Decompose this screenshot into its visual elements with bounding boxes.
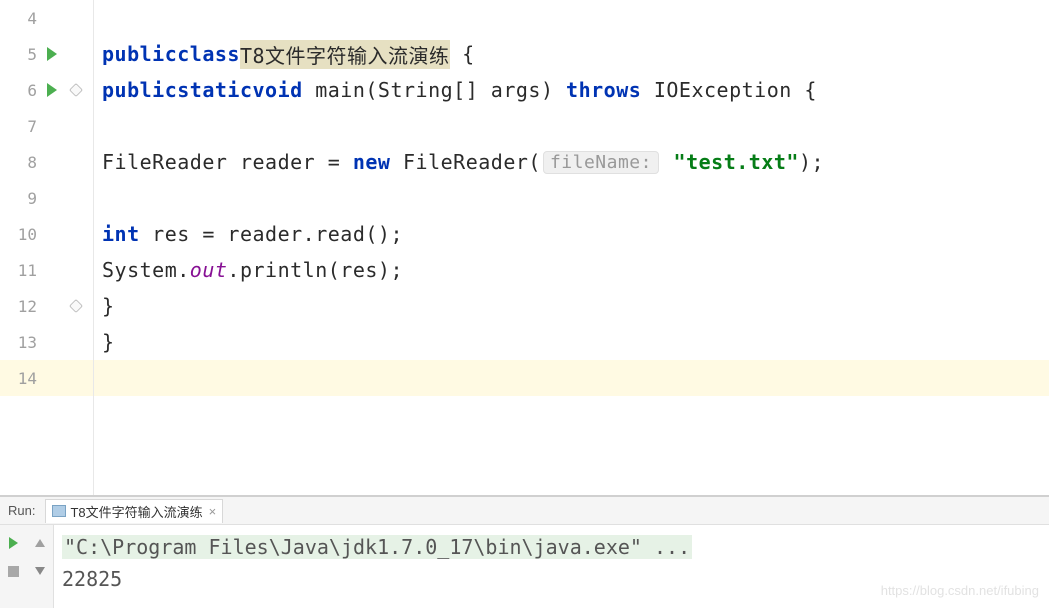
code-line[interactable]: int res = reader.read(); xyxy=(94,216,1049,252)
class-name-highlight: T8文件字符输入流演练 xyxy=(240,40,450,69)
code-line[interactable] xyxy=(94,180,1049,216)
code-text: IOException { xyxy=(641,78,817,102)
tool-row xyxy=(0,557,53,585)
parameter-hint: fileName: xyxy=(543,151,659,174)
code-line[interactable]: System.out.println(res); xyxy=(94,252,1049,288)
keyword: int xyxy=(102,222,140,246)
code-area[interactable]: public class T8文件字符输入流演练 { public static… xyxy=(94,0,1049,495)
code-line[interactable] xyxy=(94,108,1049,144)
code-text: System. xyxy=(102,258,190,282)
run-tab-title: T8文件字符输入流演练 xyxy=(70,502,202,521)
gutter-row[interactable]: 7 xyxy=(0,108,93,144)
run-toolbar xyxy=(0,525,54,608)
keyword: void xyxy=(253,78,303,102)
code-line[interactable]: } xyxy=(94,288,1049,324)
run-panel: Run: T8文件字符输入流演练 × "C:\Program Files\Jav… xyxy=(0,495,1049,608)
gutter-row[interactable]: 5 xyxy=(0,36,93,72)
code-text: } xyxy=(102,330,115,354)
line-number: 8 xyxy=(11,153,37,172)
gutter-row[interactable]: 9 xyxy=(0,180,93,216)
keyword: new xyxy=(353,150,391,174)
arrow-down-icon[interactable] xyxy=(35,567,45,575)
field-ref: out xyxy=(190,258,228,282)
line-number: 9 xyxy=(11,189,37,208)
run-tab[interactable]: T8文件字符输入流演练 × xyxy=(45,499,223,523)
keyword: public xyxy=(102,78,177,102)
fold-marker-icon[interactable] xyxy=(67,83,85,97)
code-line[interactable]: public static void main(String[] args) t… xyxy=(94,72,1049,108)
code-text: FileReader( xyxy=(390,150,541,174)
code-text: FileReader reader = xyxy=(102,150,353,174)
code-text: main(String[] args) xyxy=(303,78,566,102)
code-line[interactable] xyxy=(94,360,1049,396)
output-command: "C:\Program Files\Java\jdk1.7.0_17\bin\j… xyxy=(62,535,692,559)
run-output[interactable]: "C:\Program Files\Java\jdk1.7.0_17\bin\j… xyxy=(54,525,1049,608)
line-number: 11 xyxy=(11,261,37,280)
code-line[interactable] xyxy=(94,0,1049,36)
gutter-row[interactable]: 11 xyxy=(0,252,93,288)
line-number: 10 xyxy=(11,225,37,244)
line-number: 12 xyxy=(11,297,37,316)
run-gutter-icon[interactable] xyxy=(43,83,61,97)
gutter-row[interactable]: 6 xyxy=(0,72,93,108)
code-line[interactable]: FileReader reader = new FileReader(fileN… xyxy=(94,144,1049,180)
run-gutter-icon[interactable] xyxy=(43,47,61,61)
gutter-row[interactable]: 4 xyxy=(0,0,93,36)
code-text: { xyxy=(450,42,475,66)
run-config-icon xyxy=(52,505,66,517)
code-text: } xyxy=(102,294,115,318)
run-label: Run: xyxy=(8,503,35,518)
line-number: 13 xyxy=(11,333,37,352)
gutter-row[interactable]: 14 xyxy=(0,360,93,396)
run-header: Run: T8文件字符输入流演练 × xyxy=(0,497,1049,525)
code-text: ); xyxy=(799,150,824,174)
line-number: 14 xyxy=(11,369,37,388)
code-line[interactable]: } xyxy=(94,324,1049,360)
keyword: static xyxy=(177,78,252,102)
gutter-row[interactable]: 8 xyxy=(0,144,93,180)
line-number: 4 xyxy=(11,9,37,28)
fold-marker-icon[interactable] xyxy=(67,299,85,313)
gutter-row[interactable]: 12 xyxy=(0,288,93,324)
code-text: .println(res); xyxy=(227,258,403,282)
string-literal: "test.txt" xyxy=(661,150,799,174)
stop-icon[interactable] xyxy=(8,566,19,577)
tool-row xyxy=(0,529,53,557)
line-number: 7 xyxy=(11,117,37,136)
output-value: 22825 xyxy=(62,567,122,591)
close-icon[interactable]: × xyxy=(209,504,217,519)
keyword: public xyxy=(102,42,177,66)
rerun-icon[interactable] xyxy=(9,537,18,549)
keyword: class xyxy=(177,42,240,66)
run-body: "C:\Program Files\Java\jdk1.7.0_17\bin\j… xyxy=(0,525,1049,608)
line-number: 5 xyxy=(11,45,37,64)
line-number: 6 xyxy=(11,81,37,100)
keyword: throws xyxy=(566,78,641,102)
gutter-row[interactable]: 10 xyxy=(0,216,93,252)
code-text: res = reader.read(); xyxy=(140,222,403,246)
arrow-up-icon[interactable] xyxy=(35,539,45,547)
gutter: 4 5 6 7 8 9 10 11 xyxy=(0,0,94,495)
gutter-row[interactable]: 13 xyxy=(0,324,93,360)
watermark: https://blog.csdn.net/ifubing xyxy=(881,581,1039,602)
code-line[interactable]: public class T8文件字符输入流演练 { xyxy=(94,36,1049,72)
editor-area: 4 5 6 7 8 9 10 11 xyxy=(0,0,1049,495)
